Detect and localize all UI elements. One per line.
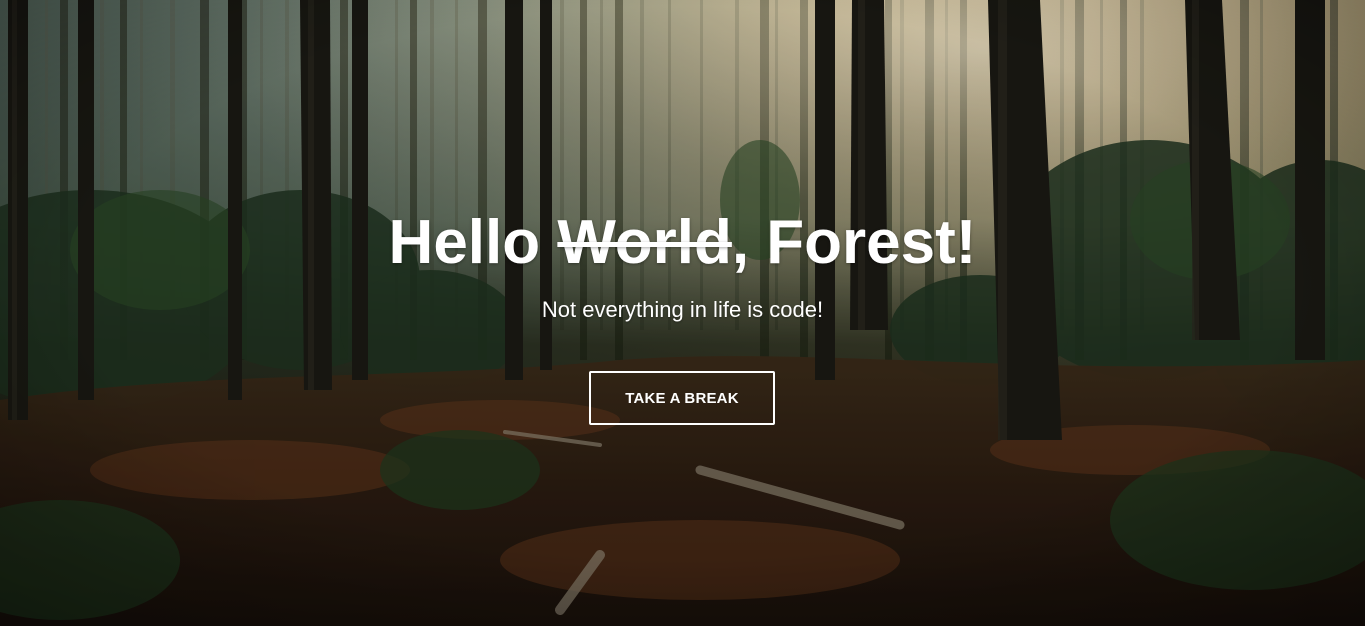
- hero-title-suffix: , Forest!: [731, 208, 977, 277]
- hero-title: Hello World, Forest!: [0, 206, 1365, 280]
- hero-title-prefix: Hello: [388, 208, 558, 277]
- hero-section: Hello World, Forest! Not everything in l…: [0, 0, 1365, 626]
- hero-content: Hello World, Forest! Not everything in l…: [0, 0, 1365, 626]
- hero-subtitle: Not everything in life is code!: [541, 297, 824, 322]
- take-a-break-button[interactable]: TAKE A BREAK: [589, 371, 775, 425]
- hero-title-struck-word: World: [557, 208, 732, 277]
